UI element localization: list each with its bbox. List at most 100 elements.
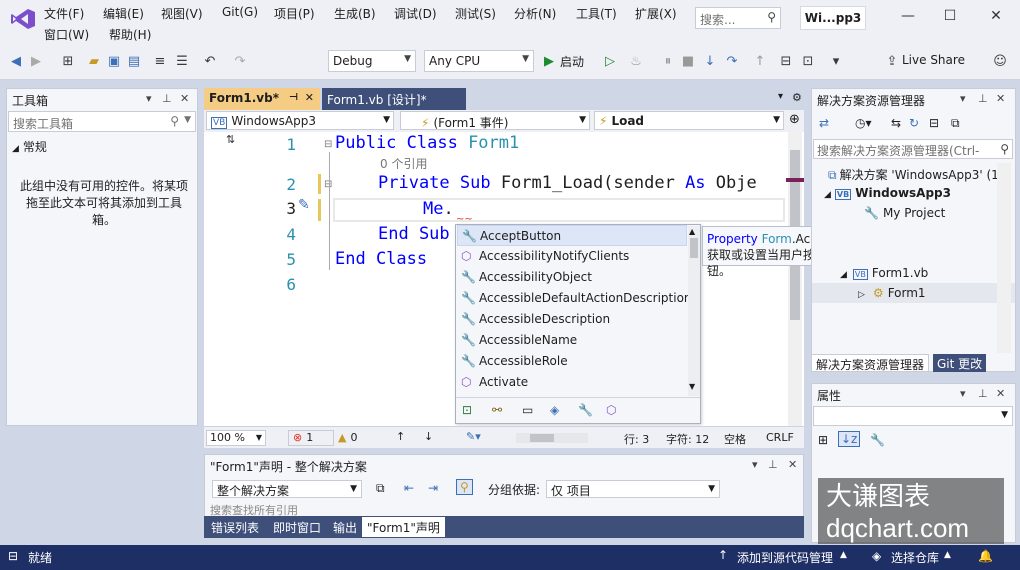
filter-fields-icon[interactable]: ▭ bbox=[522, 403, 533, 417]
intellisense-item[interactable]: ⬡ AccessibilityNotifyClients bbox=[457, 246, 687, 267]
stop-icon[interactable]: ■ bbox=[680, 54, 696, 69]
intellisense-item[interactable]: 🔧 AccessibleDescription bbox=[457, 309, 687, 330]
tab-form1-declarations[interactable]: "Form1"声明 bbox=[362, 517, 445, 537]
tree-item-form1-vb[interactable]: ◢ VB Form1.vb bbox=[840, 266, 928, 280]
filter-methods-icon[interactable]: ⬡ bbox=[606, 403, 616, 417]
filter-properties-icon[interactable]: 🔧 bbox=[578, 403, 593, 417]
categorized-icon[interactable]: ⊞ bbox=[818, 433, 828, 447]
intellisense-item[interactable]: 🔧 AccessibleDefaultActionDescription bbox=[457, 288, 692, 309]
pin-icon[interactable]: ⊥ bbox=[162, 92, 172, 105]
pin-icon[interactable]: ⊣ bbox=[289, 92, 298, 103]
menu-view[interactable]: 视图(V) bbox=[161, 5, 203, 22]
tab-solution-explorer[interactable]: 解决方案资源管理器 bbox=[811, 354, 930, 372]
save-all-icon[interactable]: ▤ bbox=[126, 54, 142, 69]
intellisense-item[interactable]: 🔧 AccessibilityObject bbox=[457, 267, 687, 288]
copy-icon[interactable]: ⧉ bbox=[376, 481, 385, 496]
start-button[interactable]: 启动 bbox=[560, 53, 584, 70]
close-icon[interactable]: ✕ bbox=[305, 91, 314, 104]
maximize-icon[interactable]: ☐ bbox=[940, 6, 960, 26]
zoom-select[interactable]: 100 % ▼ bbox=[206, 430, 266, 446]
previous-issue-icon[interactable]: ↑ bbox=[396, 430, 405, 443]
live-share-button[interactable]: Live Share bbox=[902, 53, 965, 67]
sync-icon[interactable]: ⇆ bbox=[891, 116, 901, 130]
project-dropdown[interactable]: VB WindowsApp3 ▼ bbox=[206, 111, 394, 130]
forward-icon[interactable]: ▶ bbox=[28, 54, 44, 69]
group-by-select[interactable]: 仅 项目 ▼ bbox=[546, 480, 720, 498]
scope-select[interactable]: 整个解决方案 ▼ bbox=[212, 480, 362, 498]
menu-test[interactable]: 测试(S) bbox=[455, 5, 496, 22]
menu-debug[interactable]: 调试(D) bbox=[394, 5, 437, 22]
error-count[interactable]: ⊗ 1 bbox=[288, 430, 334, 446]
events-dropdown[interactable]: ⚡ (Form1 事件) ▼ bbox=[400, 111, 590, 130]
filter-classes-icon[interactable]: ◈ bbox=[550, 403, 559, 417]
scrollbar-thumb[interactable] bbox=[530, 434, 554, 442]
panel-options-icon[interactable]: ▾ bbox=[960, 387, 966, 400]
tab-form1-design[interactable]: Form1.vb [设计]* bbox=[322, 88, 466, 110]
pin-icon[interactable]: ⊥ bbox=[768, 458, 778, 471]
back-icon[interactable]: ◀ bbox=[8, 54, 24, 69]
close-icon[interactable]: ✕ bbox=[788, 458, 797, 471]
intellisense-item[interactable]: ⬡ Activate bbox=[457, 372, 687, 393]
switch-views-icon[interactable]: ⇄ bbox=[819, 116, 829, 130]
toolbar-overflow-icon[interactable]: ▾ bbox=[828, 54, 844, 69]
close-icon[interactable]: ✕ bbox=[996, 92, 1005, 105]
comment-icon[interactable]: ☰ bbox=[174, 54, 190, 69]
tab-overflow-icon[interactable]: ▾ bbox=[778, 91, 783, 102]
platform-select[interactable]: Any CPU ▼ bbox=[424, 50, 534, 72]
cleanup-brush-icon[interactable]: ✎▾ bbox=[466, 430, 481, 443]
properties-object-select[interactable]: ▼ bbox=[813, 406, 1013, 426]
step-out-icon[interactable]: ↑ bbox=[752, 54, 768, 69]
pin-icon[interactable]: ⊥ bbox=[978, 92, 988, 105]
close-icon[interactable]: ✕ bbox=[180, 92, 189, 105]
menu-help[interactable]: 帮助(H) bbox=[109, 26, 151, 43]
indent-mode[interactable]: 空格 bbox=[724, 431, 746, 447]
undo-icon[interactable]: ↶ bbox=[202, 54, 218, 69]
configuration-select[interactable]: Debug ▼ bbox=[328, 50, 416, 72]
panel-options-icon[interactable]: ▾ bbox=[752, 458, 758, 471]
menu-window[interactable]: 窗口(W) bbox=[44, 26, 89, 43]
tree-item-form1-class[interactable]: ▷ ⚙ Form1 bbox=[858, 286, 926, 300]
format-icon[interactable]: ≡ bbox=[152, 54, 168, 69]
menu-tools[interactable]: 工具(T) bbox=[576, 5, 617, 22]
code-lens-references[interactable]: 0 个引用 bbox=[380, 155, 427, 172]
breakpoint-icon[interactable]: ⊟ bbox=[778, 54, 794, 69]
menu-build[interactable]: 生成(B) bbox=[334, 5, 376, 22]
tab-error-list[interactable]: 错误列表 bbox=[206, 517, 264, 537]
hot-reload-icon[interactable]: ♨ bbox=[628, 54, 644, 69]
step-over-icon[interactable]: ↷ bbox=[724, 54, 740, 69]
scrollbar-thumb[interactable] bbox=[690, 238, 698, 258]
tree-item-my-project[interactable]: 🔧 My Project bbox=[864, 206, 945, 220]
pause-icon[interactable]: ⏸ bbox=[660, 54, 676, 69]
method-dropdown[interactable]: ⚡ Load ▼ bbox=[594, 111, 784, 130]
intellisense-item[interactable]: 🔧 AcceptButton bbox=[457, 225, 687, 246]
start-icon[interactable]: ▶ bbox=[541, 54, 557, 69]
new-project-icon[interactable]: ⊞ bbox=[60, 54, 76, 69]
menu-file[interactable]: 文件(F) bbox=[44, 5, 84, 22]
next-location-icon[interactable]: ⇥ bbox=[428, 481, 438, 495]
refresh-icon[interactable]: ↻ bbox=[909, 116, 919, 130]
next-issue-icon[interactable]: ↓ bbox=[424, 430, 433, 443]
show-all-files-icon[interactable]: ⧉ bbox=[951, 116, 960, 131]
alphabetical-icon[interactable]: ↓z bbox=[838, 431, 861, 447]
menu-extensions[interactable]: 扩展(X) bbox=[635, 5, 677, 22]
pin-icon[interactable]: ⊥ bbox=[978, 387, 988, 400]
find-references-search-input[interactable]: 搜索查找所有引用 bbox=[206, 502, 802, 516]
menu-edit[interactable]: 编辑(E) bbox=[103, 5, 144, 22]
menu-git[interactable]: Git(G) bbox=[222, 5, 258, 19]
menu-project[interactable]: 项目(P) bbox=[274, 5, 315, 22]
toolbox-search-input[interactable]: 搜索工具箱 ⚲ ▼ bbox=[8, 111, 196, 132]
intellisense-item[interactable]: 🔧 AccessibleRole bbox=[457, 351, 687, 372]
tree-item-solution[interactable]: ⧉ 解决方案 'WindowsApp3' (1 bbox=[828, 166, 999, 183]
tree-item-project[interactable]: ◢ VB WindowsApp3 bbox=[824, 186, 951, 200]
solution-explorer-scrollbar[interactable] bbox=[997, 163, 1011, 353]
quick-action-brush-icon[interactable]: ✎ bbox=[298, 197, 310, 213]
prev-location-icon[interactable]: ⇤ bbox=[404, 481, 414, 495]
minimize-icon[interactable]: — bbox=[898, 6, 918, 26]
save-icon[interactable]: ▣ bbox=[106, 54, 122, 69]
code-lens-icon[interactable]: ⇅ bbox=[226, 133, 235, 146]
add-to-source-control-button[interactable]: 添加到源代码管理 bbox=[737, 549, 833, 566]
redo-icon[interactable]: ↷ bbox=[232, 54, 248, 69]
close-icon[interactable]: ✕ bbox=[986, 6, 1006, 26]
menu-analyze[interactable]: 分析(N) bbox=[514, 5, 556, 22]
feedback-icon[interactable]: ☺ bbox=[992, 54, 1008, 69]
